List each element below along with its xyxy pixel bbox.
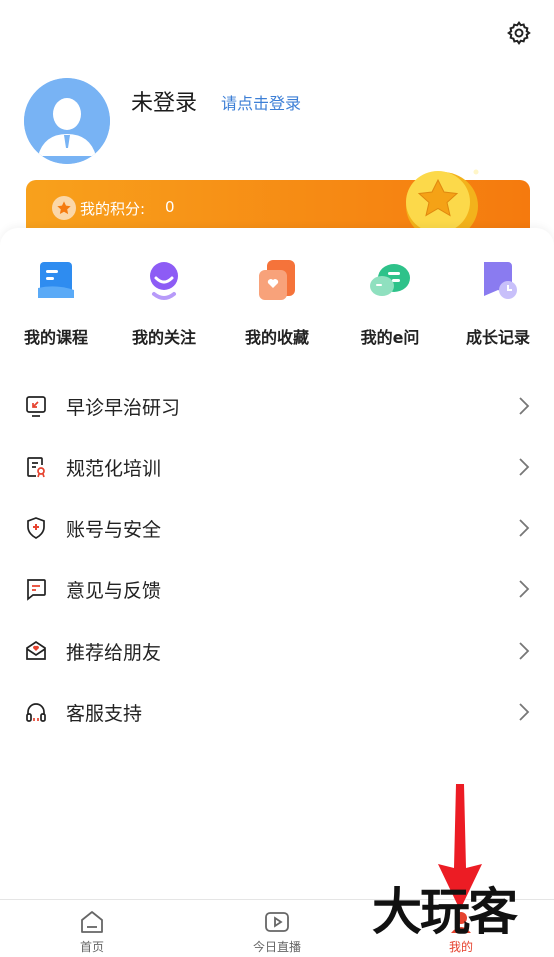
watermark: 大玩客	[372, 882, 518, 941]
avatar[interactable]	[24, 78, 110, 164]
chevron-right-icon	[519, 642, 530, 660]
live-play-icon	[265, 912, 289, 932]
quick-action-growth[interactable]: 成长记录	[443, 258, 553, 348]
record-icon	[484, 262, 517, 299]
feedback-icon	[27, 579, 46, 601]
user-avatar-icon	[24, 78, 110, 164]
home-icon	[81, 911, 103, 933]
quick-action-label: 我的收藏	[244, 328, 309, 347]
menu-item-recommend[interactable]: 推荐给朋友	[0, 626, 554, 676]
star-badge-icon	[52, 196, 76, 220]
quick-action-label: 我的e问	[360, 328, 420, 347]
menu-item-label: 客服支持	[66, 703, 143, 725]
quick-action-label: 我的关注	[131, 328, 196, 347]
gear-icon[interactable]	[506, 20, 532, 46]
menu-item-standard-training[interactable]: 规范化培训	[0, 442, 554, 492]
quick-action-label: 成长记录	[465, 328, 530, 347]
menu-item-label: 规范化培训	[66, 458, 162, 480]
username-label: 未登录	[131, 91, 198, 116]
nav-label: 今日直播	[252, 940, 301, 954]
headset-icon	[26, 703, 46, 722]
chevron-right-icon	[519, 703, 530, 721]
menu-item-label: 意见与反馈	[66, 580, 162, 602]
points-value: 0	[165, 198, 175, 216]
menu-item-feedback[interactable]: 意见与反馈	[0, 564, 554, 614]
quick-action-label: 我的课程	[23, 328, 88, 347]
menu-item-early-diagnosis[interactable]: 早诊早治研习	[0, 381, 554, 431]
menu-item-label: 早诊早治研习	[66, 397, 181, 419]
nav-live[interactable]: 今日直播	[217, 900, 337, 957]
quick-action-follows[interactable]: 我的关注	[109, 258, 219, 348]
menu-item-label: 账号与安全	[66, 519, 162, 541]
chevron-right-icon	[519, 519, 530, 537]
chevron-right-icon	[519, 580, 530, 598]
share-icon	[26, 640, 46, 660]
nav-label: 首页	[79, 940, 104, 954]
shield-icon	[27, 517, 45, 539]
login-link[interactable]: 请点击登录	[221, 90, 301, 114]
follow-icon	[150, 262, 178, 300]
quick-action-favorites[interactable]: 我的收藏	[222, 258, 332, 348]
nav-home[interactable]: 首页	[32, 900, 152, 957]
menu-item-customer-support[interactable]: 客服支持	[0, 687, 554, 737]
study-icon	[26, 396, 46, 417]
chevron-right-icon	[519, 397, 530, 415]
quick-action-courses[interactable]: 我的课程	[1, 258, 111, 348]
chat-icon	[370, 264, 410, 296]
chevron-right-icon	[519, 458, 530, 476]
course-icon	[38, 262, 74, 298]
favorite-icon	[259, 260, 295, 300]
points-label: 我的积分:	[80, 200, 146, 218]
menu-item-account-security[interactable]: 账号与安全	[0, 503, 554, 553]
quick-action-eask[interactable]: 我的e问	[335, 258, 445, 348]
menu-item-label: 推荐给朋友	[66, 642, 162, 664]
training-icon	[27, 457, 45, 478]
